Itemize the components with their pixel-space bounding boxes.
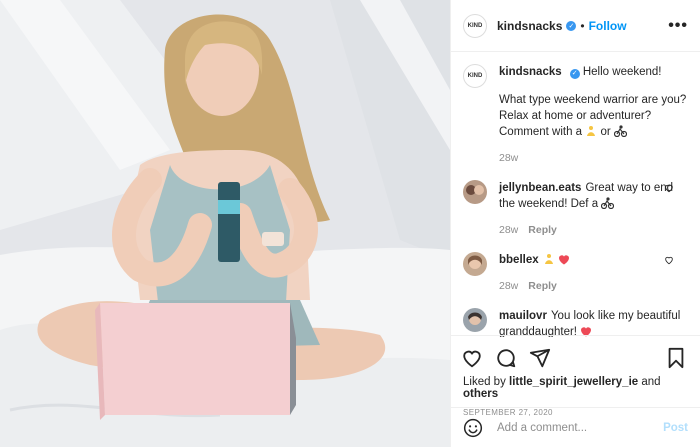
post-photo[interactable] bbox=[0, 0, 450, 447]
separator-dot: • bbox=[580, 18, 585, 33]
caption-line1: What type weekend warrior are you? bbox=[499, 94, 687, 106]
more-options-icon[interactable]: ••• bbox=[668, 17, 688, 35]
comment-time: 28w bbox=[499, 224, 519, 236]
verified-badge-icon: ✓ bbox=[569, 69, 580, 79]
follow-button[interactable]: Follow bbox=[589, 19, 627, 33]
comments-section: KIND kindsnacks ✓ Hello weekend! What typ… bbox=[451, 52, 700, 337]
comment-icon[interactable] bbox=[495, 347, 519, 371]
red-heart-emoji-icon bbox=[558, 254, 570, 270]
post-header: KIND kindsnacks ✓ • Follow ••• bbox=[451, 0, 700, 52]
post-sidebar: KIND kindsnacks ✓ • Follow ••• KIND kind… bbox=[450, 0, 700, 447]
likes-and: and bbox=[641, 376, 661, 388]
comment-item: mauilovr You look like my beautiful grand… bbox=[463, 308, 688, 337]
comment-meta: 28w Reply bbox=[499, 222, 688, 238]
caption-body: kindsnacks ✓ Hello weekend! What type wee… bbox=[499, 64, 688, 166]
caption-line3-middle: or bbox=[600, 126, 611, 138]
comment-body: bbellex 28w Reply bbox=[499, 252, 688, 294]
caption-meta: 28w bbox=[499, 150, 688, 166]
profile-username[interactable]: kindsnacks bbox=[497, 19, 562, 33]
commenter-avatar[interactable] bbox=[463, 180, 487, 204]
action-icons bbox=[461, 342, 690, 376]
emoji-icon[interactable] bbox=[463, 418, 483, 438]
caption-line3-prefix: Comment with a bbox=[499, 126, 583, 138]
mountain-biker-emoji-icon bbox=[613, 125, 628, 142]
comment-like-icon[interactable] bbox=[664, 254, 674, 265]
instagram-post: KIND kindsnacks ✓ • Follow ••• KIND kind… bbox=[0, 0, 700, 447]
comment-username[interactable]: bbellex bbox=[499, 254, 539, 266]
verified-badge-icon: ✓ bbox=[566, 20, 577, 31]
comment-item: jellynbean.eats Great way to end the week… bbox=[463, 180, 688, 238]
logo-text: KIND bbox=[467, 73, 483, 79]
comment-body: mauilovr You look like my beautiful grand… bbox=[499, 308, 688, 337]
comment-time: 28w bbox=[499, 280, 519, 292]
post-button[interactable]: Post bbox=[663, 422, 688, 434]
reply-button[interactable]: Reply bbox=[528, 224, 557, 236]
add-comment-input[interactable] bbox=[495, 420, 664, 435]
caption-avatar[interactable]: KIND bbox=[463, 64, 487, 88]
comment-body: jellynbean.eats Great way to end the week… bbox=[499, 180, 688, 238]
likes-prefix: Liked by bbox=[463, 376, 506, 388]
likes-others-link[interactable]: others bbox=[463, 388, 498, 400]
mountain-biker-emoji-icon bbox=[601, 197, 615, 214]
comment-item: bbellex 28w Reply bbox=[463, 252, 688, 294]
profile-avatar[interactable]: KIND bbox=[463, 13, 487, 38]
comment-meta: 28w Reply bbox=[499, 278, 688, 294]
caption-line3: Comment with a or bbox=[499, 124, 688, 142]
likes-summary: Liked by little_spirit_jewellery_ie and … bbox=[461, 376, 690, 400]
caption: KIND kindsnacks ✓ Hello weekend! What typ… bbox=[463, 64, 688, 166]
share-icon[interactable] bbox=[529, 347, 553, 371]
photo-illustration bbox=[0, 0, 450, 447]
caption-greeting: Hello weekend! bbox=[582, 66, 662, 78]
caption-username[interactable]: kindsnacks bbox=[499, 66, 562, 78]
commenter-avatar[interactable] bbox=[463, 308, 487, 332]
person-meditating-emoji-icon bbox=[585, 125, 597, 142]
commenter-avatar[interactable] bbox=[463, 252, 487, 276]
comment-username[interactable]: jellynbean.eats bbox=[499, 182, 581, 194]
add-comment-bar: Post bbox=[451, 407, 700, 447]
comment-like-icon[interactable] bbox=[664, 182, 674, 193]
bookmark-icon[interactable] bbox=[666, 347, 690, 371]
comment-username[interactable]: mauilovr bbox=[499, 310, 547, 322]
reply-button[interactable]: Reply bbox=[528, 280, 557, 292]
liked-by-user[interactable]: little_spirit_jewellery_ie bbox=[509, 376, 638, 388]
caption-line2: Relax at home or adventurer? bbox=[499, 110, 652, 122]
logo-text: KIND bbox=[467, 22, 483, 29]
caption-time: 28w bbox=[499, 152, 519, 164]
heart-icon[interactable] bbox=[461, 347, 485, 371]
person-meditating-emoji-icon bbox=[543, 253, 555, 270]
